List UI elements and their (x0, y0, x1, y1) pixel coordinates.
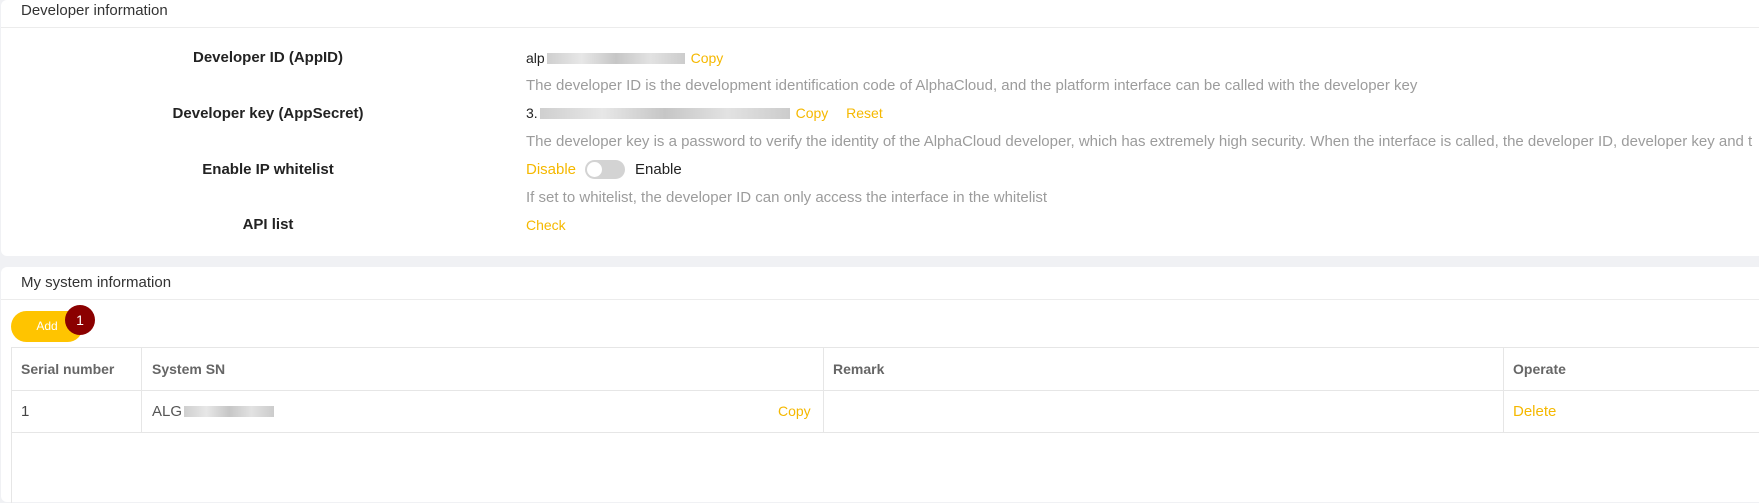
appid-value: alp Copy (526, 50, 723, 66)
appsecret-copy-button[interactable]: Copy (796, 105, 829, 121)
appsecret-hint: The developer key is a password to verif… (526, 133, 1753, 150)
appid-label: Developer ID (AppID) (192, 49, 343, 66)
developer-info-panel: Developer information Developer ID (AppI… (1, 0, 1759, 256)
column-header-system-sn: System SN (152, 361, 226, 377)
appid-hint: The developer ID is the development iden… (526, 77, 1418, 94)
column-header-serial: Serial number (21, 361, 115, 377)
whitelist-enable-label: Enable (635, 161, 682, 178)
appid-prefix: alp (526, 50, 545, 66)
system-sn-redacted (184, 405, 275, 417)
column-header-remark: Remark (833, 361, 885, 377)
system-info-title: My system information (21, 274, 172, 291)
divider (1, 27, 1759, 28)
developer-info-title: Developer information (21, 2, 168, 19)
table-header-divider (12, 390, 1759, 391)
step-badge: 1 (65, 305, 95, 335)
api-list-check-link[interactable]: Check (526, 217, 566, 233)
whitelist-hint: If set to whitelist, the developer ID ca… (526, 189, 1048, 206)
whitelist-disable-label: Disable (526, 161, 577, 178)
row-serial: 1 (21, 403, 30, 420)
whitelist-toggle-switch[interactable] (585, 160, 625, 179)
system-table: Serial number System SN Remark Operate 1… (11, 347, 1759, 503)
row-delete-button[interactable]: Delete (1513, 403, 1556, 420)
appsecret-value: 3. Copy Reset (526, 105, 883, 121)
row-system-sn: ALG (152, 403, 276, 420)
system-sn-prefix: ALG (152, 403, 183, 420)
api-list-label: API list (242, 216, 294, 233)
appid-redacted (546, 52, 685, 64)
toggle-knob (587, 162, 602, 177)
column-header-operate: Operate (1513, 361, 1566, 377)
appsecret-prefix: 3. (526, 105, 538, 121)
system-sn-copy-button[interactable]: Copy (778, 403, 811, 419)
column-divider (1503, 348, 1504, 433)
appsecret-reset-button[interactable]: Reset (846, 105, 883, 121)
column-divider (141, 348, 142, 433)
column-divider (823, 348, 824, 433)
appsecret-label: Developer key (AppSecret) (172, 105, 364, 122)
whitelist-label: Enable IP whitelist (202, 161, 334, 178)
table-row-divider (12, 432, 1759, 433)
divider (1, 299, 1759, 300)
appsecret-redacted (539, 107, 790, 119)
appid-copy-button[interactable]: Copy (691, 50, 724, 66)
